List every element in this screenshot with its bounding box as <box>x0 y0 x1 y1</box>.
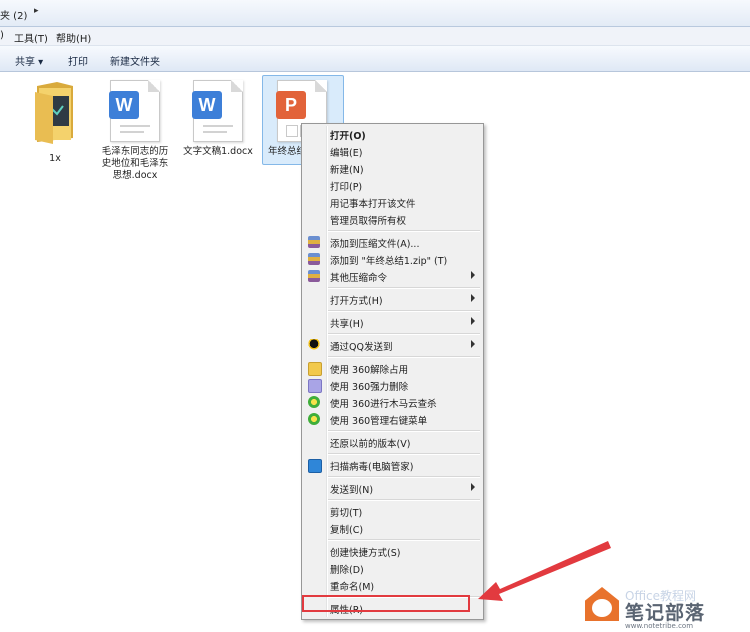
menu-item-scan-virus[interactable]: 扫描病毒(电脑管家) <box>302 457 483 473</box>
qq-penguin-icon <box>308 339 320 351</box>
menu-item-delete[interactable]: 删除(D) <box>302 560 483 576</box>
menu-item-open[interactable]: 打开(O) <box>302 126 483 142</box>
menu-item-add-archive[interactable]: 添加到压缩文件(A)... <box>302 234 483 250</box>
menu-item-360-force-delete[interactable]: 使用 360强力删除 <box>302 377 483 393</box>
toolbar: 共享 ▾ 打印 新建文件夹 <box>0 46 750 72</box>
pen-logo-icon <box>592 599 612 617</box>
menu-bar: ) 工具(T) 帮助(H) <box>0 27 750 46</box>
word-badge-icon: W <box>192 91 222 119</box>
menu-item-360-scan[interactable]: 使用 360进行木马云查杀 <box>302 394 483 410</box>
menu-item-send-to[interactable]: 发送到(N) <box>302 480 483 496</box>
menu-item-rename[interactable]: 重命名(M) <box>302 577 483 593</box>
tencent-guard-shield-icon <box>308 459 322 473</box>
address-bar[interactable]: 夹 (2) ▸ <box>0 0 750 27</box>
address-path[interactable]: 夹 (2) <box>0 7 27 22</box>
menu-help[interactable]: 帮助(H) <box>56 30 91 45</box>
watermark-title: 笔记部落 <box>625 602 706 624</box>
winrar-icon <box>308 270 320 282</box>
share-button[interactable]: 共享 ▾ <box>15 53 43 68</box>
submenu-arrow-icon <box>471 340 475 348</box>
unlock-folder-icon <box>308 362 322 376</box>
menu-item-add-zip[interactable]: 添加到 "年终总结1.zip" (T) <box>302 251 483 267</box>
watermark: Office教程网 笔记部落 www.notetribe.com <box>585 585 750 632</box>
winrar-icon <box>308 253 320 265</box>
menu-item-create-shortcut[interactable]: 创建快捷方式(S) <box>302 543 483 559</box>
file-item-word-2[interactable]: W 文字文稿1.docx <box>178 80 258 158</box>
menu-item-share[interactable]: 共享(H) <box>302 314 483 330</box>
word-doc-icon: W <box>109 80 160 142</box>
menu-edge-icon: ) <box>0 30 4 41</box>
submenu-arrow-icon <box>471 271 475 279</box>
menu-item-take-ownership[interactable]: 管理员取得所有权 <box>302 211 483 227</box>
file-item-word-1[interactable]: W 毛泽东同志的历 史地位和毛泽东 思想.docx <box>95 80 175 182</box>
ppt-badge-icon: P <box>276 91 306 119</box>
menu-item-open-with[interactable]: 打开方式(H) <box>302 291 483 307</box>
word-badge-icon: W <box>109 91 139 119</box>
file-item-folder[interactable]: 1x <box>15 78 95 165</box>
context-menu: 打开(O) 编辑(E) 新建(N) 打印(P) 用记事本打开该文件 管理员取得所… <box>301 123 484 620</box>
new-folder-button[interactable]: 新建文件夹 <box>110 53 160 68</box>
360-shield-icon <box>308 413 320 425</box>
menu-item-print[interactable]: 打印(P) <box>302 177 483 193</box>
menu-tools[interactable]: 工具(T) <box>14 30 48 45</box>
watermark-url: www.notetribe.com <box>625 622 694 630</box>
file-name: 文字文稿1.docx <box>183 146 253 157</box>
360-shield-icon <box>308 396 320 408</box>
submenu-arrow-icon <box>471 317 475 325</box>
menu-item-restore-versions[interactable]: 还原以前的版本(V) <box>302 434 483 450</box>
menu-item-copy[interactable]: 复制(C) <box>302 520 483 536</box>
menu-item-open-notepad[interactable]: 用记事本打开该文件 <box>302 194 483 210</box>
address-chevron-icon[interactable]: ▸ <box>34 6 39 16</box>
print-button[interactable]: 打印 <box>68 53 88 68</box>
file-name: 毛泽东同志的历 史地位和毛泽东 思想.docx <box>101 146 169 181</box>
menu-item-new[interactable]: 新建(N) <box>302 160 483 176</box>
properties-highlight-box <box>302 595 470 612</box>
menu-item-360-unlock[interactable]: 使用 360解除占用 <box>302 360 483 376</box>
menu-item-send-qq[interactable]: 通过QQ发送到 <box>302 337 483 353</box>
menu-item-other-compress[interactable]: 其他压缩命令 <box>302 268 483 284</box>
file-name: 1x <box>49 153 61 164</box>
winrar-icon <box>308 236 320 248</box>
folder-icon <box>35 82 73 144</box>
submenu-arrow-icon <box>471 294 475 302</box>
menu-item-cut[interactable]: 剪切(T) <box>302 503 483 519</box>
menu-item-edit[interactable]: 编辑(E) <box>302 143 483 159</box>
word-doc-icon: W <box>192 80 243 142</box>
menu-item-360-manage-menu[interactable]: 使用 360管理右键菜单 <box>302 411 483 427</box>
shredder-icon <box>308 379 322 393</box>
submenu-arrow-icon <box>471 483 475 491</box>
